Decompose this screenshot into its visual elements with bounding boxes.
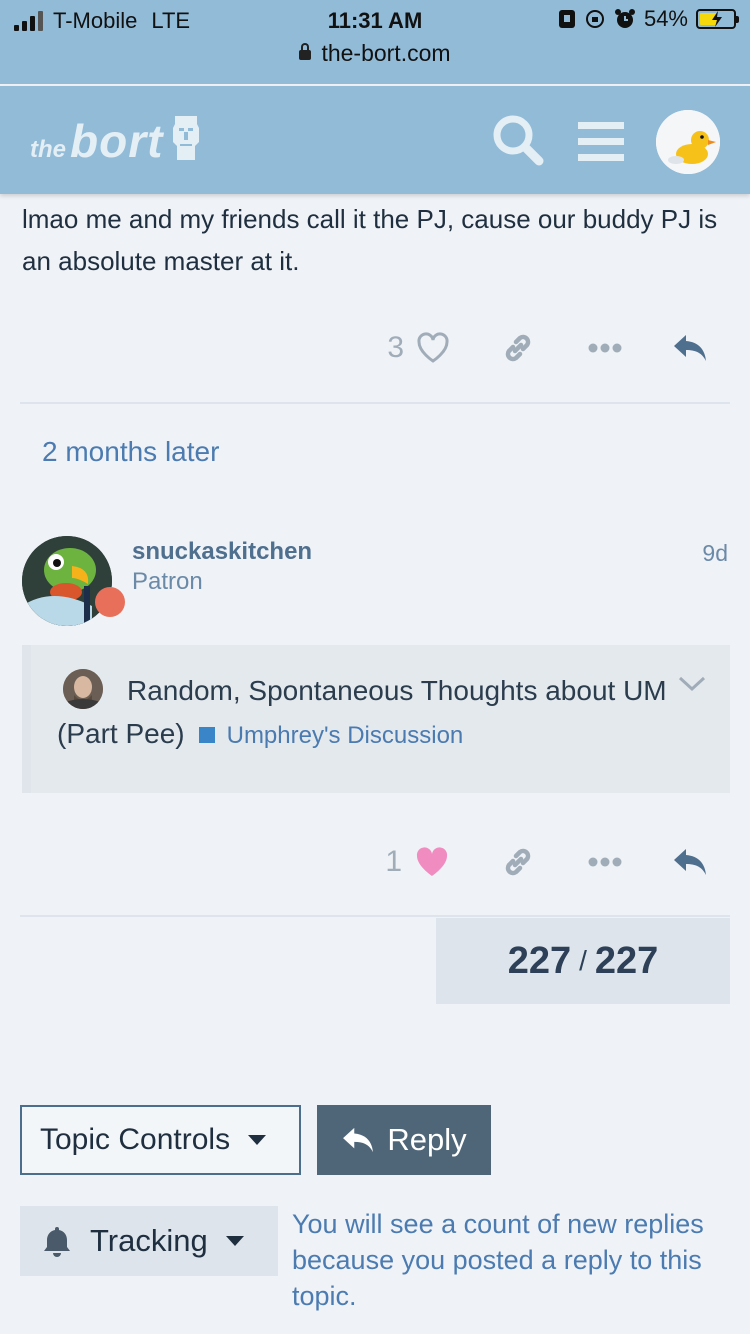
heart-icon[interactable] bbox=[416, 332, 450, 364]
url-text: the-bort.com bbox=[321, 40, 451, 66]
ios-status-bar: T-Mobile LTE 11:31 AM 54% the-bort.com bbox=[0, 0, 750, 84]
caret-down-icon bbox=[248, 1135, 267, 1145]
link-icon[interactable] bbox=[500, 330, 536, 366]
reply-label: Reply bbox=[387, 1122, 467, 1157]
moai-head-icon bbox=[173, 116, 200, 160]
post-actions: 1 bbox=[385, 842, 708, 882]
progress-current: 227 bbox=[507, 939, 572, 982]
caret-down-icon bbox=[225, 1236, 244, 1246]
hamburger-menu-icon[interactable] bbox=[578, 122, 624, 167]
bell-icon bbox=[44, 1227, 70, 1257]
site-logo[interactable]: the bort bbox=[30, 114, 203, 164]
reply-button[interactable]: Reply bbox=[317, 1105, 491, 1175]
rubber-duck-icon bbox=[656, 110, 720, 174]
progress-total: 227 bbox=[594, 939, 659, 982]
browser-url[interactable]: the-bort.com bbox=[0, 40, 750, 67]
rotation-lock-icon bbox=[585, 10, 604, 28]
more-options-icon[interactable] bbox=[588, 343, 622, 353]
site-header: the bort bbox=[0, 86, 750, 194]
poster-title: Patron bbox=[132, 568, 203, 595]
like-count[interactable]: 1 bbox=[385, 845, 402, 879]
progress-separator: / bbox=[579, 945, 587, 976]
post-body: lmao me and my friends call it the PJ, c… bbox=[22, 204, 718, 276]
topic-controls-label: Topic Controls bbox=[40, 1123, 231, 1156]
post-divider bbox=[20, 402, 730, 404]
link-icon[interactable] bbox=[500, 844, 536, 880]
post-actions: 3 bbox=[387, 328, 708, 368]
portrait-lock-icon bbox=[558, 10, 575, 28]
lock-icon bbox=[299, 43, 312, 60]
category-name: Umphrey's Discussion bbox=[226, 722, 464, 749]
like-count[interactable]: 3 bbox=[387, 331, 404, 365]
online-status-badge bbox=[95, 587, 125, 617]
battery-percent: 54% bbox=[643, 6, 688, 31]
category-badge[interactable]: Umphrey's Discussion bbox=[198, 714, 464, 757]
reply-arrow-icon[interactable] bbox=[672, 847, 708, 877]
status-icons: 54% bbox=[558, 6, 739, 32]
tracking-description: You will see a count of new replies beca… bbox=[292, 1209, 704, 1311]
alarm-icon bbox=[614, 9, 635, 28]
logo-the: the bbox=[30, 136, 66, 163]
reply-icon bbox=[343, 1127, 374, 1153]
user-avatar[interactable] bbox=[656, 110, 720, 174]
poster-username[interactable]: snuckaskitchen bbox=[132, 538, 312, 566]
chevron-down-icon[interactable] bbox=[678, 675, 706, 698]
quoted-topic[interactable]: Random, Spontaneous Thoughts about UM (P… bbox=[22, 645, 730, 793]
category-color-square bbox=[198, 727, 215, 743]
search-icon[interactable] bbox=[490, 112, 546, 173]
post-divider bbox=[20, 915, 730, 917]
time-gap-label: 2 months later bbox=[42, 436, 220, 467]
post-date[interactable]: 9d bbox=[702, 540, 728, 567]
tracking-label: Tracking bbox=[90, 1223, 208, 1258]
more-options-icon[interactable] bbox=[588, 857, 622, 867]
topic-progress[interactable]: 227 / 227 bbox=[436, 918, 730, 1004]
battery-icon bbox=[696, 9, 739, 29]
topic-controls-dropdown[interactable]: Topic Controls bbox=[20, 1105, 301, 1175]
quote-title[interactable]: Random, Spontaneous Thoughts about UM (P… bbox=[57, 669, 667, 757]
logo-bort: bort bbox=[70, 115, 164, 167]
notification-tracking-dropdown[interactable]: Tracking bbox=[20, 1206, 278, 1276]
reply-arrow-icon[interactable] bbox=[672, 333, 708, 363]
heart-filled-icon[interactable] bbox=[414, 846, 450, 878]
